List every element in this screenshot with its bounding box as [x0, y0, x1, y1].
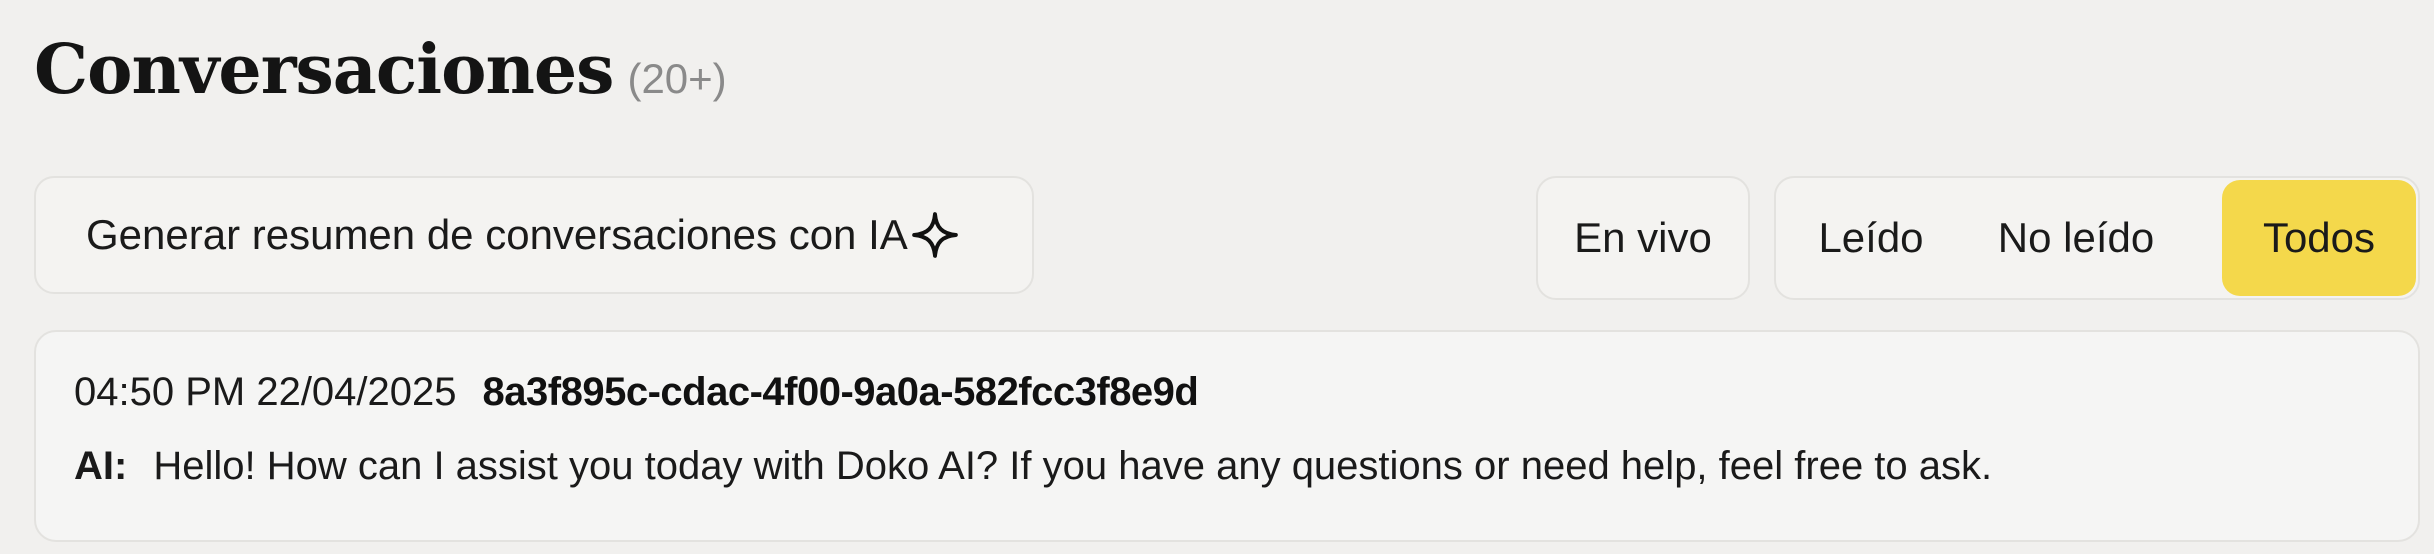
- conversation-last-message: AI: Hello! How can I assist you today wi…: [74, 444, 1992, 489]
- conversation-list-item[interactable]: 04:50 PM 22/04/2025 8a3f895c-cdac-4f00-9…: [34, 330, 2420, 542]
- filter-tab-read[interactable]: Leído: [1778, 180, 1964, 296]
- generate-summary-label: Generar resumen de conversaciones con IA: [86, 211, 908, 258]
- page-header: Conversaciones (20+): [34, 30, 727, 110]
- conversation-timestamp: 04:50 PM 22/04/2025: [74, 370, 457, 414]
- conversations-page: Conversaciones (20+) Generar resumen de …: [0, 0, 2434, 554]
- live-button-label: En vivo: [1574, 214, 1712, 261]
- conversation-meta: 04:50 PM 22/04/2025 8a3f895c-cdac-4f00-9…: [74, 370, 1199, 415]
- filter-tab-all[interactable]: Todos: [2222, 180, 2416, 296]
- filter-tab-read-label: Leído: [1818, 214, 1924, 261]
- filter-tab-all-label: Todos: [2262, 214, 2376, 261]
- message-sender: AI:: [74, 444, 128, 488]
- live-button[interactable]: En vivo: [1536, 176, 1750, 300]
- conversation-count: (20+): [627, 55, 727, 102]
- filter-tab-unread-label: No leído: [1997, 214, 2155, 261]
- conversation-id: 8a3f895c-cdac-4f00-9a0a-582fcc3f8e9d: [482, 370, 1199, 414]
- message-text: Hello! How can I assist you today with D…: [153, 444, 1993, 488]
- sparkle-icon: [911, 212, 958, 258]
- page-title: Conversaciones: [34, 30, 614, 110]
- filter-tab-unread[interactable]: No leído: [1964, 180, 2188, 296]
- generate-summary-button[interactable]: Generar resumen de conversaciones con IA: [34, 176, 1034, 294]
- read-status-filter: Leído No leído Todos: [1774, 176, 2420, 300]
